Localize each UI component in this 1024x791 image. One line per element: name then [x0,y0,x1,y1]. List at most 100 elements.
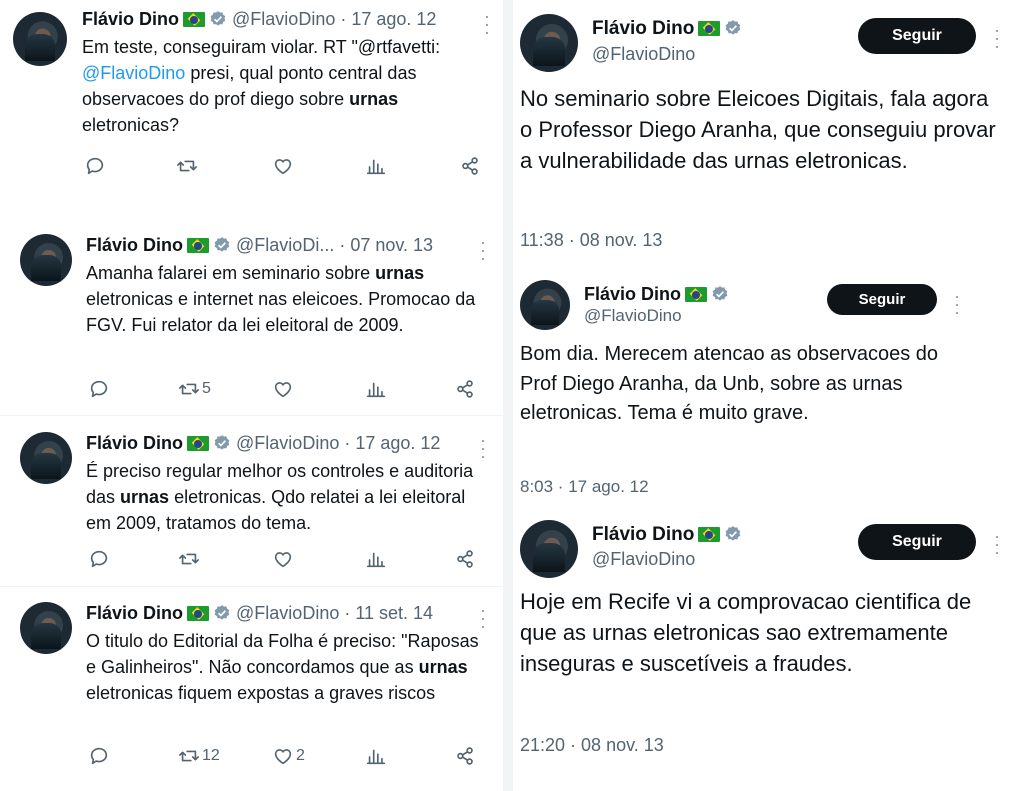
reply-button[interactable] [88,745,110,767]
share-icon [457,747,473,765]
tweet-header: Flávio Dino @FlavioDino · 17 ago. 12 [82,9,437,29]
verified-icon [726,526,741,541]
views-button[interactable] [365,548,387,570]
author-name[interactable]: Flávio Dino [592,18,694,39]
flag-brazil-icon [187,238,210,253]
avatar[interactable] [13,12,67,66]
tweet-date[interactable]: 11 set. 14 [355,603,433,623]
author-name[interactable]: Flávio Dino [86,603,183,623]
tweet-text: Hoje em Recife vi a comprovacao cientifi… [520,589,972,676]
tweet-actions: 5 [86,378,492,404]
more-icon[interactable]: · · · [480,601,486,635]
share-button[interactable] [454,378,476,400]
like-button[interactable] [272,548,296,570]
author-handle[interactable]: @FlavioDino [236,603,339,623]
tweet-card[interactable]: Flávio Dino @FlavioDino Seguir · · · No se… [513,0,1024,262]
tweet-timestamp[interactable]: 21:20 · 08 nov. 13 [520,734,664,756]
tweet-actions: 12 2 [86,745,492,771]
reply-button[interactable] [88,548,110,570]
like-button[interactable]: 2 [272,745,305,767]
flag-brazil-icon [183,12,206,27]
retweet-icon [177,160,197,172]
author-name[interactable]: Flávio Dino [584,284,681,304]
tweet-timestamp[interactable]: 8:03 · 17 ago. 12 [520,476,649,498]
reply-icon [90,747,108,765]
views-icon [366,382,386,398]
tweet-date[interactable]: 17 ago. 12 [351,9,436,29]
tweet-card[interactable]: Flávio Dino @FlavioDino Seguir · · · Hoje … [513,508,1024,791]
avatar[interactable] [20,432,72,484]
tweet-date[interactable]: 17 ago. 12 [355,433,440,453]
tweet-actions [86,548,492,574]
retweet-button[interactable] [178,548,202,570]
author-name[interactable]: Flávio Dino [86,433,183,453]
follow-button[interactable]: Seguir [858,18,976,54]
author-handle[interactable]: @FlavioDino [232,9,335,29]
tweet-header: Flávio Dino [592,523,742,547]
share-icon [462,157,478,175]
avatar[interactable] [520,14,578,72]
views-button[interactable] [365,745,387,767]
more-icon[interactable]: · · · [994,527,1000,561]
author-handle[interactable]: @FlavioDino [584,305,682,327]
views-button[interactable] [365,155,387,177]
more-icon[interactable]: · · · [484,7,490,41]
like-icon [274,749,292,765]
tweet-card[interactable]: Flávio Dino @FlavioDi... · 07 nov. 13 · ·… [0,222,503,412]
tweet-header: Flávio Dino [592,17,742,41]
flag-brazil-icon [698,21,721,36]
more-icon[interactable]: · · · [994,21,1000,55]
avatar[interactable] [20,602,72,654]
share-button[interactable] [454,548,476,570]
verified-icon [214,435,230,450]
more-icon[interactable]: · · · [480,233,486,267]
tweet-timestamp[interactable]: 11:38 · 08 nov. 13 [520,229,662,251]
tweet-text: Em teste, conseguiram violar. RT "@rtfav… [82,37,441,135]
like-icon [274,159,292,175]
reply-button[interactable] [84,155,106,177]
author-handle[interactable]: @FlavioDi... [236,235,334,255]
follow-button[interactable]: Seguir [827,284,937,315]
more-icon[interactable]: · · · [480,431,486,465]
reply-button[interactable] [88,378,110,400]
share-icon [457,550,473,568]
retweet-button[interactable] [176,155,200,177]
retweet-icon [179,553,199,565]
like-button[interactable] [272,378,296,400]
retweet-count: 5 [202,380,211,397]
tweet-card[interactable]: Flávio Dino @FlavioDino Seguir · · · Bom d… [513,268,1024,508]
author-handle[interactable]: @FlavioDino [592,43,695,65]
author-handle[interactable]: @FlavioDino [592,548,695,570]
like-icon [274,382,292,398]
avatar[interactable] [520,280,570,330]
tweet-date[interactable]: 07 nov. 13 [350,235,433,255]
share-button[interactable] [459,155,481,177]
author-name[interactable]: Flávio Dino [86,235,183,255]
like-icon [274,552,292,568]
tweet-header: Flávio Dino @FlavioDino · 11 set. 14 [86,603,434,623]
follow-button[interactable]: Seguir [858,524,976,560]
tweet-text: Amanha falarei em seminario sobre urnas … [86,263,476,335]
tweet-card[interactable]: Flávio Dino @FlavioDino · 11 set. 14 · · ·… [0,588,503,791]
share-button[interactable] [454,745,476,767]
retweet-count: 12 [202,747,220,764]
tweet-separator [0,586,503,587]
like-button[interactable] [272,155,296,177]
tweet-card[interactable]: Flávio Dino @FlavioDino · 17 ago. 12 · · ·… [0,418,503,584]
views-icon [366,159,386,175]
tweet-card[interactable]: Flávio Dino @FlavioDino · 17 ago. 12 · · ·… [0,0,503,205]
retweet-button[interactable]: 5 [178,378,211,400]
mention-link[interactable]: @FlavioDino [82,63,185,83]
more-icon[interactable]: · · · [954,287,960,321]
author-name[interactable]: Flávio Dino [592,524,694,545]
views-button[interactable] [365,378,387,400]
reply-icon [90,380,108,398]
avatar[interactable] [520,520,578,578]
retweet-button[interactable]: 12 [178,745,220,767]
author-handle[interactable]: @FlavioDino [236,433,339,453]
author-name[interactable]: Flávio Dino [82,9,179,29]
tweet-header: Flávio Dino [584,282,729,306]
views-icon [366,749,386,765]
tweet-text: O titulo do Editorial da Folha é preciso… [86,631,479,703]
avatar[interactable] [20,234,72,286]
